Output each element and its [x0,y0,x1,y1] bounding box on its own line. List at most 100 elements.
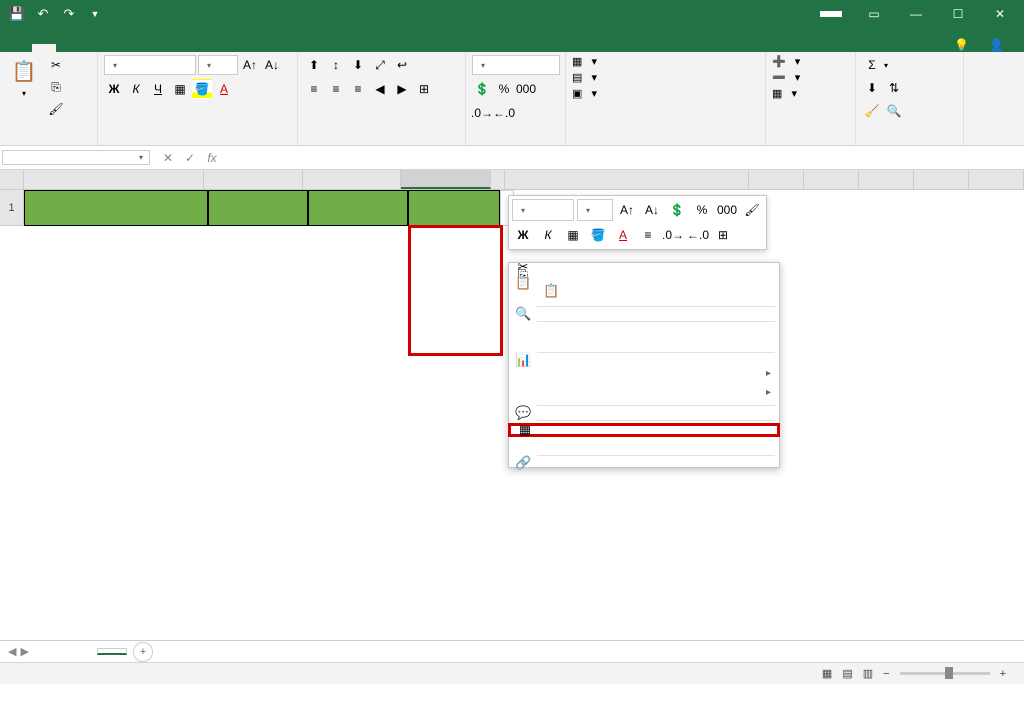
mini-dec-decimal-icon[interactable]: ←.0 [687,224,709,246]
tab-review[interactable] [152,44,176,52]
mini-fill-icon[interactable]: 🪣 [587,224,609,246]
bold-icon[interactable]: Ж [104,79,124,99]
login-button[interactable] [820,11,842,17]
mini-currency-icon[interactable]: 💲 [666,199,688,221]
mini-size-combo[interactable]: ▾ [577,199,613,221]
orientation-icon[interactable]: ⤢ [370,55,390,75]
align-left-icon[interactable]: ≡ [304,79,324,99]
col-header-b[interactable] [204,170,302,189]
mini-format-painter-icon[interactable]: 🖌 [741,199,763,221]
ctx-copy[interactable]: ⎘ [509,271,779,279]
mini-bold-icon[interactable]: Ж [512,224,534,246]
mini-font-color-icon[interactable]: А [612,224,634,246]
autosum-icon[interactable]: Σ [862,55,882,75]
ctx-format-cells[interactable]: ▦ [508,423,780,437]
sheet-tab-active[interactable] [97,648,127,655]
currency-icon[interactable]: 💲 [472,79,492,99]
enter-formula-icon[interactable]: ✓ [180,151,200,165]
tab-home[interactable] [32,44,56,52]
col-header-a[interactable] [24,170,205,189]
mini-comma-icon[interactable]: 000 [716,199,738,221]
increase-indent-icon[interactable]: ▶ [392,79,412,99]
col-header-e[interactable] [491,170,505,189]
ctx-clear[interactable] [509,341,779,349]
add-sheet-button[interactable]: + [133,642,153,662]
increase-decimal-icon[interactable]: .0→ [472,103,492,123]
align-center-icon[interactable]: ≡ [326,79,346,99]
border-icon[interactable]: ▦ [170,79,190,99]
align-top-icon[interactable]: ⬆ [304,55,324,75]
view-page-break-icon[interactable]: ▥ [863,667,873,680]
format-painter-icon[interactable]: 🖌 [46,99,66,119]
insert-cells-button[interactable]: ➕ ▾ [772,55,800,68]
font-color-icon[interactable]: А [214,79,234,99]
undo-icon[interactable]: ↶ [32,3,54,25]
mini-inc-decimal-icon[interactable]: .0→ [662,224,684,246]
copy-icon[interactable]: ⎘ [46,77,66,97]
decrease-decimal-icon[interactable]: ←.0 [494,103,514,123]
ctx-sort[interactable]: ▸ [509,383,779,402]
merge-icon[interactable]: ⊞ [414,79,434,99]
tab-page-layout[interactable] [80,44,104,52]
mini-font-combo[interactable]: ▾ [512,199,574,221]
format-cells-button[interactable]: ▦ ▾ [772,87,797,100]
ctx-smart-lookup[interactable]: 🔍 [509,310,779,318]
fx-icon[interactable]: fx [202,151,222,165]
tab-file[interactable] [8,44,32,52]
mini-increase-font-icon[interactable]: A↑ [616,199,638,221]
align-bottom-icon[interactable]: ⬇ [348,55,368,75]
ctx-paste-special[interactable] [509,295,779,303]
ctx-delete[interactable] [509,333,779,341]
tab-developer[interactable] [200,44,224,52]
close-icon[interactable]: ✕ [980,0,1020,28]
mini-italic-icon[interactable]: К [537,224,559,246]
zoom-out-icon[interactable]: − [883,668,889,680]
fill-color-icon[interactable]: 🪣 [192,79,212,99]
font-size-combo[interactable]: ▾ [198,55,238,75]
format-as-table-button[interactable]: ▤ ▾ [572,71,597,84]
row-header-1[interactable]: 1 [0,190,24,226]
view-normal-icon[interactable]: ▦ [822,667,832,680]
italic-icon[interactable]: К [126,79,146,99]
formula-input[interactable] [228,156,1024,160]
col-header-d[interactable] [401,170,491,189]
col-header-h[interactable] [749,170,804,189]
tab-view[interactable] [176,44,200,52]
tab-data[interactable] [128,44,152,52]
comma-icon[interactable]: 000 [516,79,536,99]
delete-cells-button[interactable]: ➖ ▾ [772,71,800,84]
name-box[interactable]: ▾ [2,150,150,165]
zoom-slider[interactable] [900,672,990,675]
cell-styles-button[interactable]: ▣ ▾ [572,87,597,100]
align-middle-icon[interactable]: ↕ [326,55,346,75]
select-all-corner[interactable] [0,170,24,189]
tab-formulas[interactable] [104,44,128,52]
minimize-icon[interactable]: — [896,0,936,28]
find-icon[interactable]: 🔍 [884,101,904,121]
col-header-l[interactable] [969,170,1024,189]
redo-icon[interactable]: ↷ [58,3,80,25]
save-icon[interactable]: 💾 [6,3,28,25]
ribbon-options-icon[interactable]: ▭ [854,0,894,28]
maximize-icon[interactable]: ☐ [938,0,978,28]
increase-font-icon[interactable]: A↑ [240,55,260,75]
percent-icon[interactable]: % [494,79,514,99]
ctx-comment[interactable]: 💬 [509,409,779,417]
mini-border-icon[interactable]: ▦ [562,224,584,246]
number-format-combo[interactable]: ▾ [472,55,560,75]
wrap-text-icon[interactable]: ↩ [392,55,412,75]
conditional-formatting-button[interactable]: ▦ ▾ [572,55,597,68]
mini-percent-icon[interactable]: % [691,199,713,221]
font-name-combo[interactable]: ▾ [104,55,196,75]
decrease-indent-icon[interactable]: ◀ [370,79,390,99]
ctx-paste-default[interactable]: 📋 [509,287,779,295]
col-header-i[interactable] [804,170,859,189]
ctx-cut[interactable]: ✂ [509,263,779,271]
ctx-insert[interactable] [509,325,779,333]
mini-align-icon[interactable]: ≡ [637,224,659,246]
mini-decrease-font-icon[interactable]: A↓ [641,199,663,221]
view-page-layout-icon[interactable]: ▤ [842,667,852,680]
ctx-link[interactable]: 🔗 [509,459,779,467]
ctx-filter[interactable]: ▸ [509,364,779,383]
cut-icon[interactable]: ✂ [46,55,66,75]
